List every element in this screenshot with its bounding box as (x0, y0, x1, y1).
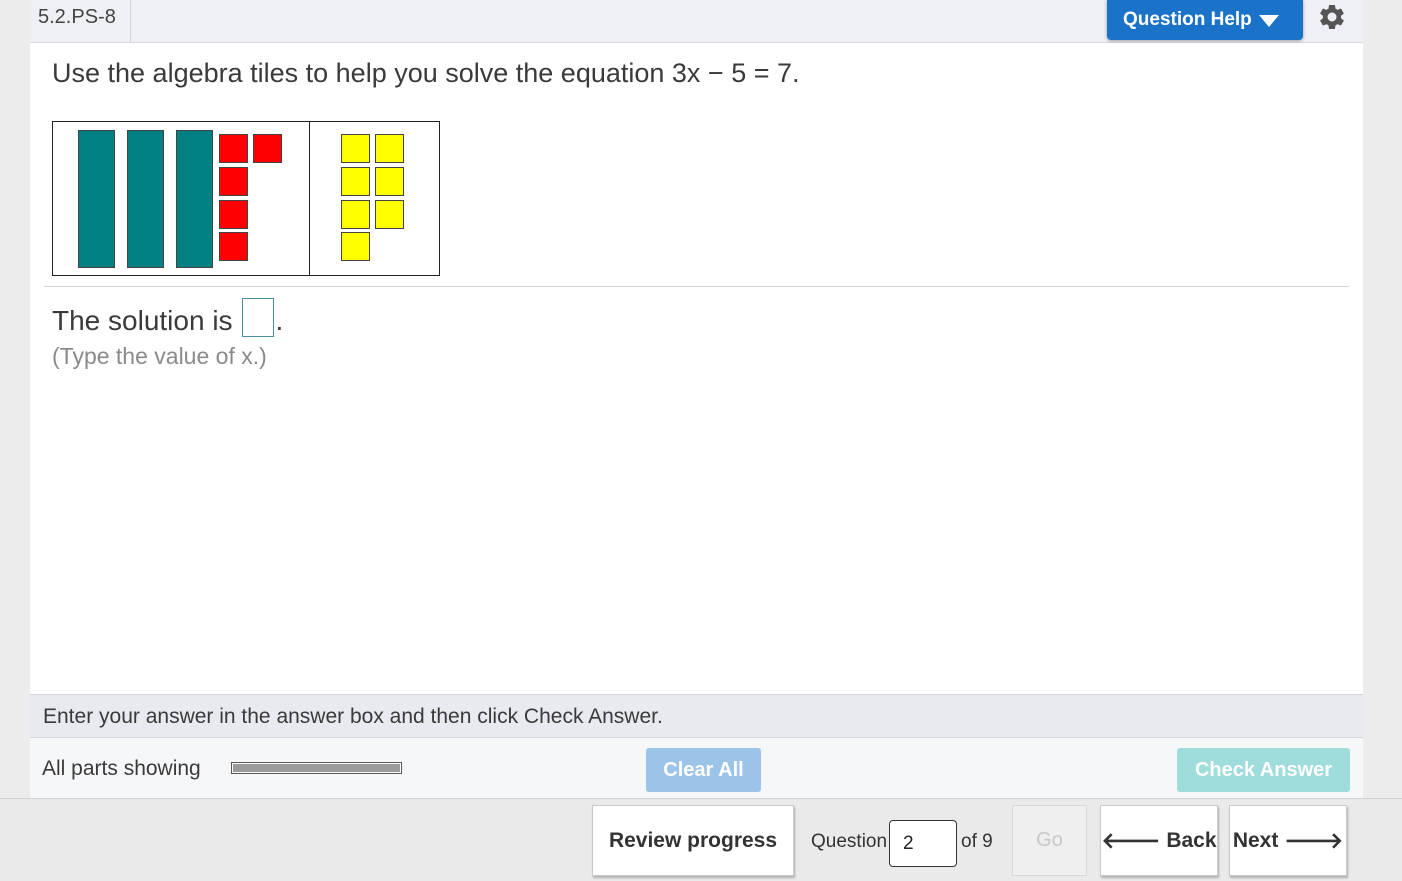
next-label: Next (1232, 828, 1279, 852)
positive-unit-tile (341, 134, 370, 163)
gear-icon[interactable] (1317, 2, 1347, 32)
solution-line: The solution is . (52, 298, 283, 337)
question-header: 5.2.PS-8 Question Help (30, 0, 1363, 43)
section-divider (44, 286, 1349, 287)
negative-unit-tile (219, 232, 248, 261)
review-progress-button[interactable]: Review progress (592, 805, 794, 876)
equals-divider (309, 122, 310, 275)
positive-unit-tile (375, 200, 404, 229)
solution-suffix: . (275, 305, 284, 336)
negative-unit-tile (219, 200, 248, 229)
positive-unit-tile (341, 167, 370, 196)
back-label: Back (1166, 828, 1217, 852)
go-button[interactable]: Go (1012, 805, 1087, 876)
question-prompt: Use the algebra tiles to help you solve … (52, 58, 800, 88)
parts-showing-label: All parts showing (42, 757, 201, 780)
question-number-input[interactable] (889, 820, 957, 867)
answer-hint: (Type the value of x.) (52, 343, 267, 369)
question-id: 5.2.PS-8 (30, 0, 131, 42)
check-answer-button[interactable]: Check Answer (1177, 748, 1350, 792)
positive-unit-tile (341, 200, 370, 229)
x-tile (127, 130, 164, 268)
question-help-button[interactable]: Question Help (1107, 0, 1303, 40)
parts-progress-bar (231, 762, 402, 774)
progress-fill (233, 764, 400, 772)
caret-down-icon (1258, 15, 1279, 27)
negative-unit-tile (253, 134, 282, 163)
question-total-label: of 9 (961, 831, 993, 852)
algebra-tiles-figure (52, 121, 440, 276)
x-tile (78, 130, 115, 268)
positive-unit-tile (375, 167, 404, 196)
solution-prefix: The solution is (52, 305, 233, 336)
positive-unit-tile (375, 134, 404, 163)
question-label: Question (811, 831, 888, 852)
question-panel: 5.2.PS-8 Question Help Use the algebra t… (30, 0, 1363, 798)
next-button[interactable]: Next 🡒 (1229, 805, 1347, 876)
answer-input[interactable] (241, 298, 274, 337)
navigation-bar: Review progress Question of 9 Go 🡐 Back … (0, 798, 1402, 881)
clear-all-button[interactable]: Clear All (646, 748, 761, 792)
x-tile (176, 130, 213, 268)
positive-unit-tile (341, 232, 370, 261)
instruction-bar: Enter your answer in the answer box and … (30, 694, 1363, 738)
negative-unit-tile (219, 134, 248, 163)
action-bar: All parts showing Clear All Check Answer (30, 738, 1363, 798)
back-button[interactable]: 🡐 Back (1100, 805, 1218, 876)
arrow-right-icon: 🡒 (1284, 827, 1344, 853)
negative-unit-tile (219, 167, 248, 196)
question-help-label: Question Help (1123, 9, 1252, 30)
arrow-left-icon: 🡐 (1101, 827, 1161, 853)
